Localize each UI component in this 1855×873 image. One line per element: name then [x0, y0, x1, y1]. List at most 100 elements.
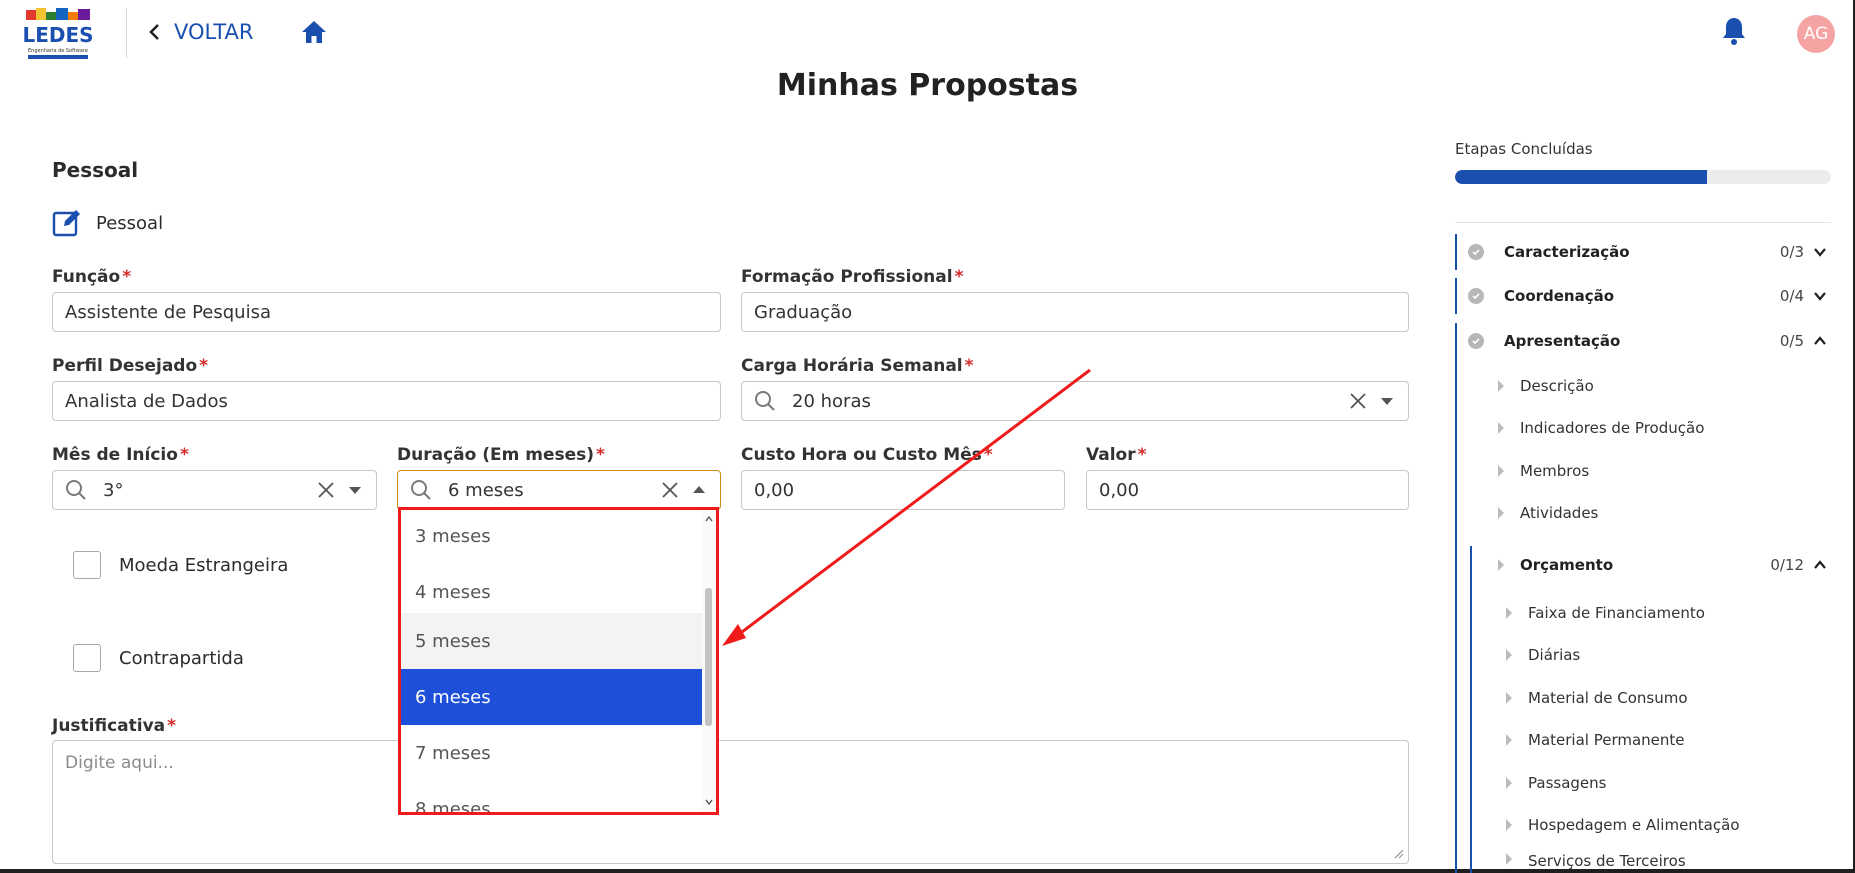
top-bar: LEDES Engenharia de Software VOLTAR AG	[0, 0, 1855, 64]
scroll-up-icon[interactable]	[704, 514, 714, 524]
back-label: VOLTAR	[174, 20, 254, 44]
substep-indicadores[interactable]: Indicadores de Produção	[1496, 413, 1704, 443]
page-title: Minhas Propostas	[776, 68, 1079, 103]
substep-membros[interactable]: Membros	[1496, 456, 1589, 486]
option-8-meses[interactable]: 8 meses	[401, 781, 703, 813]
custo-input[interactable]: 0,00	[741, 470, 1065, 510]
progress-label: Etapas Concluídas	[1455, 140, 1593, 158]
option-3-meses[interactable]: 3 meses	[401, 510, 703, 564]
justificativa-textarea[interactable]: Digite aqui...	[52, 740, 1409, 864]
option-4-meses[interactable]: 4 meses	[401, 564, 703, 620]
contrapartida-row[interactable]: Contrapartida	[73, 644, 244, 672]
formacao-label: Formação Profissional *	[741, 267, 964, 287]
caret-right-icon	[1498, 507, 1504, 519]
option-7-meses[interactable]: 7 meses	[401, 725, 703, 781]
search-icon	[411, 480, 431, 500]
orcamento-item-faixa[interactable]: Faixa de Financiamento	[1504, 598, 1705, 628]
subsection-title: Pessoal	[96, 212, 164, 234]
orcamento-item-servicos[interactable]: Serviços de Terceiros	[1504, 852, 1686, 870]
progress-bar	[1455, 170, 1831, 184]
svg-text:LEDES: LEDES	[22, 23, 93, 47]
formacao-input[interactable]: Graduação	[741, 292, 1409, 332]
substep-orcamento[interactable]: Orçamento 0/12	[1496, 550, 1828, 580]
duracao-select[interactable]: 6 meses	[397, 470, 721, 510]
justificativa-label: Justificativa *	[52, 716, 177, 736]
avatar[interactable]: AG	[1797, 15, 1835, 53]
resize-handle-icon[interactable]	[1394, 849, 1404, 859]
chevron-up-icon[interactable]	[1812, 557, 1828, 573]
orcamento-item-diarias[interactable]: Diárias	[1504, 640, 1580, 670]
panel-separator	[1455, 222, 1831, 223]
moeda-estrangeira-label: Moeda Estrangeira	[119, 554, 289, 576]
edit-icon[interactable]	[52, 208, 82, 238]
moeda-estrangeira-checkbox[interactable]	[73, 551, 101, 579]
caret-right-icon	[1506, 777, 1512, 789]
caret-right-icon	[1498, 559, 1504, 571]
mes-inicio-label: Mês de Início *	[52, 445, 189, 465]
progress-fill	[1455, 170, 1707, 184]
caret-right-icon	[1498, 422, 1504, 434]
clear-icon[interactable]	[660, 480, 680, 500]
orcamento-item-passagens[interactable]: Passagens	[1504, 768, 1606, 798]
valor-input[interactable]: 0,00	[1086, 470, 1409, 510]
header-separator	[126, 8, 127, 58]
moeda-estrangeira-row[interactable]: Moeda Estrangeira	[73, 551, 288, 579]
option-5-meses[interactable]: 5 meses	[401, 613, 703, 669]
perfil-label: Perfil Desejado *	[52, 356, 209, 376]
valor-label: Valor *	[1086, 445, 1147, 465]
svg-text:Engenharia de Software: Engenharia de Software	[28, 48, 88, 54]
funcao-label: Função *	[52, 267, 132, 287]
substep-rail	[1470, 546, 1472, 873]
substep-atividades[interactable]: Atividades	[1496, 498, 1598, 528]
custo-label: Custo Hora ou Custo Mês *	[741, 445, 993, 465]
ledes-logo: LEDES Engenharia de Software	[22, 6, 94, 62]
chevron-up-icon[interactable]	[1812, 333, 1828, 349]
subsection-header: Pessoal	[52, 208, 163, 238]
caret-right-icon	[1506, 649, 1512, 661]
chevron-down-icon[interactable]	[1812, 288, 1828, 304]
caret-right-icon	[1506, 853, 1512, 865]
caret-down-icon[interactable]	[1378, 392, 1396, 410]
scroll-down-icon[interactable]	[704, 797, 714, 807]
check-circle-icon	[1468, 288, 1484, 304]
funcao-input[interactable]: Assistente de Pesquisa	[52, 292, 721, 332]
step-rail	[1455, 278, 1457, 314]
contrapartida-label: Contrapartida	[119, 647, 244, 669]
caret-right-icon	[1506, 692, 1512, 704]
bell-icon[interactable]	[1720, 16, 1748, 46]
orcamento-item-permanente[interactable]: Material Permanente	[1504, 725, 1685, 755]
caret-up-icon[interactable]	[690, 481, 708, 499]
home-icon[interactable]	[300, 18, 328, 46]
caret-down-icon[interactable]	[346, 481, 364, 499]
step-caracterizacao[interactable]: Caracterização 0/3	[1468, 234, 1828, 270]
search-icon	[755, 391, 775, 411]
orcamento-item-hospedagem[interactable]: Hospedagem e Alimentação	[1504, 810, 1740, 840]
substep-descricao[interactable]: Descrição	[1496, 371, 1594, 401]
option-6-meses[interactable]: 6 meses	[401, 669, 703, 725]
clear-icon[interactable]	[1348, 391, 1368, 411]
section-title: Pessoal	[52, 158, 139, 182]
back-button[interactable]: VOLTAR	[148, 18, 254, 46]
contrapartida-checkbox[interactable]	[73, 644, 101, 672]
justificativa-placeholder: Digite aqui...	[65, 753, 174, 773]
search-icon	[66, 480, 86, 500]
step-apresentacao[interactable]: Apresentação 0/5	[1468, 323, 1828, 359]
orcamento-item-consumo[interactable]: Material de Consumo	[1504, 683, 1688, 713]
check-circle-icon	[1468, 244, 1484, 260]
caret-right-icon	[1506, 607, 1512, 619]
carga-label: Carga Horária Semanal *	[741, 356, 974, 376]
perfil-input[interactable]: Analista de Dados	[52, 381, 721, 421]
carga-select[interactable]: 20 horas	[741, 381, 1409, 421]
dropdown-scrollbar[interactable]	[702, 510, 716, 812]
chevron-left-icon	[149, 24, 159, 40]
step-coordenacao[interactable]: Coordenação 0/4	[1468, 278, 1828, 314]
chevron-down-icon[interactable]	[1812, 244, 1828, 260]
caret-right-icon	[1498, 465, 1504, 477]
step-rail	[1455, 234, 1457, 270]
mes-inicio-select[interactable]: 3°	[52, 470, 377, 510]
check-circle-icon	[1468, 333, 1484, 349]
clear-icon[interactable]	[316, 480, 336, 500]
scroll-thumb[interactable]	[705, 588, 712, 726]
caret-right-icon	[1498, 380, 1504, 392]
step-rail	[1455, 323, 1457, 873]
